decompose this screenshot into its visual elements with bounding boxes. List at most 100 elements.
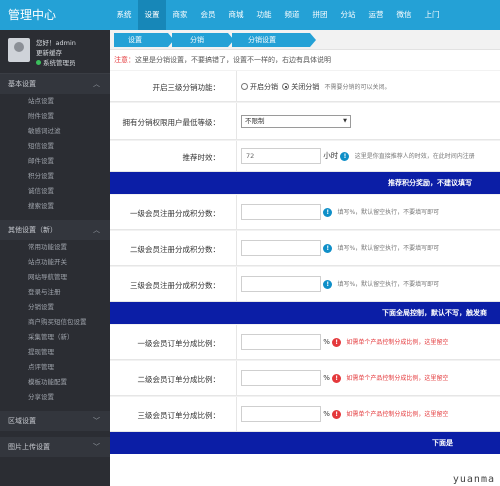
points-1-input[interactable] [241, 204, 321, 220]
nav-item-operation[interactable]: 运营 [362, 0, 390, 30]
level-select[interactable]: 不限制 [241, 115, 351, 128]
sidebar-item-points[interactable]: 积分设置 [0, 169, 110, 184]
sidebar-item-withdraw[interactable]: 提现管理 [0, 345, 110, 360]
section-band-points: 推荐积分奖励，不建议填写 [110, 172, 500, 194]
radio-enable-label: 开启分销 [250, 83, 278, 91]
enable-hint: 不需要分销的可以关闭。 [324, 84, 391, 91]
points-2-label: 二级会员注册分成积分数： [130, 245, 220, 254]
points-3-input[interactable] [241, 276, 321, 292]
order-2-input[interactable] [241, 370, 321, 386]
breadcrumb-item-settings[interactable]: 设置 [114, 33, 174, 47]
form-row-time: 推荐时效： 72 小时 ! 这里是你直接推荐人的时效，在此时间内注册 [110, 140, 500, 172]
sidebar-item-email[interactable]: 邮件设置 [0, 154, 110, 169]
nav-item-door-service[interactable]: 上门 [418, 0, 446, 30]
nav-item-channel[interactable]: 频道 [278, 0, 306, 30]
form-row-points-2: 二级会员注册分成积分数： ! 填写%，默认留空执行，不要填写即可 [110, 230, 500, 266]
sidebar-item-feature-switch[interactable]: 站点功能开关 [0, 255, 110, 270]
sidebar-item-login-register[interactable]: 登录与注册 [0, 285, 110, 300]
form-row-level: 拥有分销权限用户最低等级： 不限制 [110, 102, 500, 140]
error-icon: ! [332, 338, 342, 347]
sidebar-item-attachment[interactable]: 附件设置 [0, 109, 110, 124]
chevron-up-icon: ︿ [93, 80, 100, 88]
time-unit: 小时 [323, 151, 339, 160]
breadcrumb-item-distribution[interactable]: 分销 [172, 33, 234, 47]
sidebar-item-nav-manage[interactable]: 网站导航管理 [0, 270, 110, 285]
radio-enable-distribution[interactable] [241, 83, 248, 90]
sidebar-section-image-upload[interactable]: 图片上传设置 ﹀ [0, 437, 110, 457]
points-3-field: ! 填写%，默认留空执行，不要填写即可 [241, 276, 439, 292]
online-status-icon [36, 60, 41, 65]
nav-item-substation[interactable]: 分站 [334, 0, 362, 30]
section-band-orders: 下面全局控制，默认不写，触发商 [110, 302, 500, 324]
time-input[interactable]: 72 [241, 148, 321, 164]
sidebar-section-region[interactable]: 区域设置 ﹀ [0, 411, 110, 431]
user-role: 系统管理员 [36, 57, 76, 67]
sidebar-item-template[interactable]: 模板功能配置 [0, 375, 110, 390]
time-field: 72 小时 ! 这里是你直接推荐人的时效，在此时间内注册 [241, 148, 475, 164]
nav-item-function[interactable]: 功能 [250, 0, 278, 30]
info-icon: ! [340, 152, 350, 161]
sidebar-item-collect[interactable]: 采集管理（新） [0, 330, 110, 345]
app-title: 管理中心 [8, 8, 57, 22]
form-row-points-1: 一级会员注册分成积分数： ! 填写%，默认留空执行，不要填写即可 [110, 194, 500, 230]
radio-disable-distribution[interactable] [282, 83, 290, 90]
order-2-field: % ! 如需单个产品控制分成比例，这里留空 [241, 370, 448, 386]
radio-disable-label: 关闭分销 [291, 83, 320, 91]
sidebar-item-common-functions[interactable]: 常用功能设置 [0, 240, 110, 255]
sidebar-item-share[interactable]: 分享设置 [0, 390, 110, 405]
breadcrumb-item-distribution-settings[interactable]: 分销设置 [232, 33, 316, 47]
row-divider [236, 141, 237, 171]
row-divider [236, 325, 237, 359]
sidebar-item-site[interactable]: 站点设置 [0, 94, 110, 109]
order-2-unit: % [323, 374, 330, 382]
top-bar: 管理中心 系统 设置 商家 会员 商城 功能 频道 拼团 分站 运营 微信 上门 [0, 0, 500, 30]
points-1-field: ! 填写%，默认留空执行，不要填写即可 [241, 204, 439, 220]
nav-item-group-buy[interactable]: 拼团 [306, 0, 334, 30]
form-row-order-1: 一级会员订单分成比例： % ! 如需单个产品控制分成比例，这里留空 [110, 324, 500, 360]
nav-item-member[interactable]: 会员 [194, 0, 222, 30]
order-1-label: 一级会员订单分成比例： [137, 339, 221, 348]
error-icon: ! [332, 374, 342, 383]
sidebar: 您好！admin 更新缓存 系统管理员 基本设置 ︿ 站点设置 附件设置 敏感词过… [0, 30, 110, 486]
nav-item-mall[interactable]: 商城 [222, 0, 250, 30]
order-3-unit: % [323, 410, 330, 418]
sidebar-section-other[interactable]: 其他设置（新） ︿ [0, 220, 110, 240]
sidebar-item-distribution[interactable]: 分销设置 [0, 300, 110, 315]
nav-item-settings[interactable]: 设置 [138, 0, 166, 30]
section-band-bottom-text: 下面是 [432, 439, 453, 447]
sidebar-item-sms-package[interactable]: 商户购买短信包设置 [0, 315, 110, 330]
sidebar-section-label: 区域设置 [8, 417, 36, 425]
row-divider [236, 267, 237, 301]
row-divider [236, 397, 237, 431]
info-icon: ! [323, 280, 333, 289]
info-icon: ! [323, 244, 333, 253]
order-1-input[interactable] [241, 334, 321, 350]
sidebar-item-word-filter[interactable]: 敏感词过滤 [0, 124, 110, 139]
sidebar-item-search[interactable]: 搜索设置 [0, 199, 110, 214]
chevron-up-icon: ︿ [93, 226, 100, 234]
order-2-hint: 如需单个产品控制分成比例，这里留空 [346, 375, 449, 382]
order-3-input[interactable] [241, 406, 321, 422]
form-row-enable: 开启三级分销功能： 开启分销 关闭分销 不需要分销的可以关闭。 [110, 70, 500, 102]
sidebar-item-review[interactable]: 点评管理 [0, 360, 110, 375]
row-divider [236, 103, 237, 139]
sidebar-item-integrity[interactable]: 诚信设置 [0, 184, 110, 199]
top-nav: 系统 设置 商家 会员 商城 功能 频道 拼团 分站 运营 微信 上门 [110, 0, 446, 30]
sidebar-section-basic[interactable]: 基本设置 ︿ [0, 74, 110, 94]
form-row-order-2: 二级会员订单分成比例： % ! 如需单个产品控制分成比例，这里留空 [110, 360, 500, 396]
sidebar-item-sms[interactable]: 短信设置 [0, 139, 110, 154]
order-3-hint: 如需单个产品控制分成比例，这里留空 [346, 411, 449, 418]
row-divider [236, 71, 237, 101]
clear-cache-link[interactable]: 更新缓存 [36, 47, 62, 57]
nav-item-merchant[interactable]: 商家 [166, 0, 194, 30]
enable-field: 开启分销 关闭分销 不需要分销的可以关闭。 [241, 82, 390, 92]
order-1-field: % ! 如需单个产品控制分成比例，这里留空 [241, 334, 448, 350]
order-1-unit: % [323, 338, 330, 346]
main-content: 设置 分销 分销设置 注意：这里是分销设置，不要搞错了，设置不一样的，右边有具体… [110, 30, 500, 486]
order-3-label: 三级会员订单分成比例： [137, 411, 221, 420]
nav-item-wechat[interactable]: 微信 [390, 0, 418, 30]
order-3-field: % ! 如需单个产品控制分成比例，这里留空 [241, 406, 448, 422]
time-hint: 这里是你直接推荐人的时效，在此时间内注册 [354, 153, 475, 160]
points-2-input[interactable] [241, 240, 321, 256]
nav-item-system[interactable]: 系统 [110, 0, 138, 30]
